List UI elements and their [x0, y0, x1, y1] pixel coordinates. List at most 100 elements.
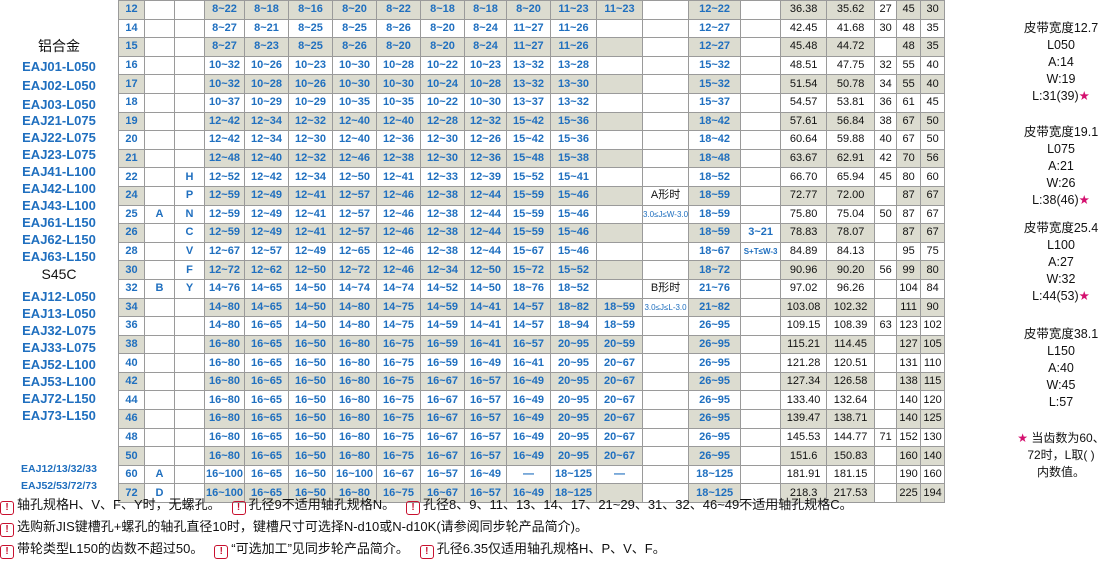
range-cell: 8~20	[420, 37, 465, 57]
range-cell: 12~38	[420, 223, 465, 243]
hole-letter	[174, 316, 205, 336]
range-cell: 12~30	[420, 130, 465, 150]
range-j: 18~42	[688, 130, 742, 150]
range-cell: 12~67	[204, 241, 245, 262]
range-cell: 12~40	[332, 111, 377, 132]
range-cell: 10~29	[244, 92, 289, 113]
range-cell: 18~52	[550, 278, 597, 299]
shape-condition: A形时	[641, 185, 690, 206]
table-row: 14 8~27 8~21 8~25 8~25 8~26 8~20 8~24 11~27 11~26…	[118, 18, 946, 39]
range-cell: 16~50	[288, 427, 333, 448]
hole-letter	[174, 390, 205, 411]
tooth-count: 28	[118, 241, 145, 262]
shape-letter	[144, 148, 175, 169]
shape-letter	[144, 0, 175, 20]
range-cell: 16~80	[204, 353, 245, 373]
t-range	[740, 409, 782, 429]
range-cell: 12~59	[204, 185, 245, 206]
shape-letter	[144, 18, 175, 39]
table-row: 15 8~27 8~23 8~25 8~26 8~20 8~20 8~24 11~27 11~26…	[118, 37, 946, 57]
table-row: 48 16~80 16~65 16~50 16~80 16~75 16~67 16~57 16~…	[118, 427, 946, 448]
t-range	[740, 185, 782, 206]
table-row: 12 8~22 8~18 8~16 8~20 8~22 8~18 8~18 8~20 11~23 1…	[118, 0, 946, 20]
outer-dia: 78.07	[826, 223, 876, 243]
range-cell: 12~46	[376, 204, 421, 225]
range-cell: 15~59	[506, 185, 551, 206]
range-cell: 14~65	[244, 278, 289, 299]
hole-letter	[174, 0, 205, 20]
range-j: 26~95	[688, 409, 742, 429]
range-cell: 20~95	[550, 427, 597, 448]
range-cell: 14~74	[376, 278, 421, 299]
model-code: EAJ21-L075	[22, 113, 96, 128]
range-cell: 8~20	[420, 18, 465, 39]
range-cell: 11~27	[506, 37, 551, 57]
range-cell: 13~37	[506, 92, 551, 113]
range-cell: 16~65	[244, 334, 289, 355]
range-cell: 16~50	[288, 446, 333, 466]
table-row: 32 B Y 14~76 14~65 14~50 14~74 14~74 14~52 14~50 1…	[118, 278, 946, 299]
range-cell: 14~50	[288, 297, 333, 318]
outer-dia: 138.71	[826, 409, 876, 429]
e-value: 50	[874, 204, 898, 225]
range-cell: 12~41	[288, 204, 333, 225]
g-value: 67	[920, 223, 946, 243]
e-value: 42	[874, 148, 898, 169]
exclamation-icon: !	[419, 545, 434, 559]
pitch-dia: 133.40	[780, 390, 828, 411]
table-row: 40 16~80 16~65 16~50 16~80 16~75 16~59 16~49 16~…	[118, 353, 946, 373]
table-row: 25 A N 12~59 12~49 12~41 12~57 12~46 12~38 12~44 1…	[118, 204, 946, 225]
hole-letter: N	[174, 204, 205, 225]
range-cell: 8~20	[506, 0, 551, 20]
range-cell: 12~44	[464, 223, 507, 243]
range-j: 12~27	[688, 37, 742, 57]
range-cell: 14~41	[464, 297, 507, 318]
f-value: 140	[896, 390, 922, 411]
outer-dia: 96.26	[826, 278, 876, 299]
range-cell: 8~26	[376, 18, 421, 39]
t-range	[740, 446, 782, 466]
outer-dia: 132.64	[826, 390, 876, 411]
exclamation-icon: !	[0, 545, 14, 559]
range-cell: 16~57	[506, 334, 551, 355]
e-value: 36	[874, 92, 898, 113]
range-cell: 16~65	[244, 446, 289, 466]
tooth-count: 36	[118, 316, 145, 336]
t-range	[740, 371, 782, 392]
range-cell: 12~41	[288, 185, 333, 206]
exclamation-icon: !	[0, 501, 14, 515]
range-cell: 14~41	[464, 316, 507, 336]
range-cell: 16~59	[420, 334, 465, 355]
g-value: 50	[920, 130, 946, 150]
range-cell: 13~32	[506, 74, 551, 94]
tooth-count: 48	[118, 427, 145, 448]
belt-note: A:14	[1048, 55, 1074, 69]
left-model-list: 铝合金 EAJ01-L050 EAJ02-L050 EAJ03-L050 EAJ…	[0, 0, 118, 492]
range-cell: 16~80	[332, 390, 377, 411]
hole-letter	[174, 130, 205, 150]
range-cell: 16~80	[204, 390, 245, 411]
belt-note: L100	[1047, 238, 1075, 252]
e-value: 71	[874, 427, 898, 448]
star-note: 72时，L取( )	[1027, 448, 1095, 462]
range-cell: 20~95	[550, 371, 597, 392]
range-cell: 15~52	[506, 167, 551, 187]
t-range	[740, 353, 782, 373]
g-value: 84	[920, 278, 946, 299]
e-value: 38	[874, 111, 898, 132]
range-cell: 12~42	[244, 167, 289, 187]
table-row: 26 C 12~59 12~49 12~41 12~57 12~46 12~38 12~44 15…	[118, 223, 946, 243]
tooth-count: 50	[118, 446, 145, 466]
range-cell: 12~44	[464, 204, 507, 225]
range-cell: 8~24	[464, 18, 507, 39]
e-value	[874, 409, 898, 429]
belt-note: 皮带宽度25.4	[1023, 221, 1099, 235]
f-value: 190	[896, 464, 922, 485]
range-j: 18~42	[688, 111, 742, 132]
range-cell: 16~49	[506, 371, 551, 392]
range-cell: 16~75	[376, 446, 421, 466]
hole-letter	[174, 55, 205, 76]
f-value: 152	[896, 427, 922, 448]
pitch-dia: 66.70	[780, 167, 828, 187]
e-value: 40	[874, 130, 898, 150]
